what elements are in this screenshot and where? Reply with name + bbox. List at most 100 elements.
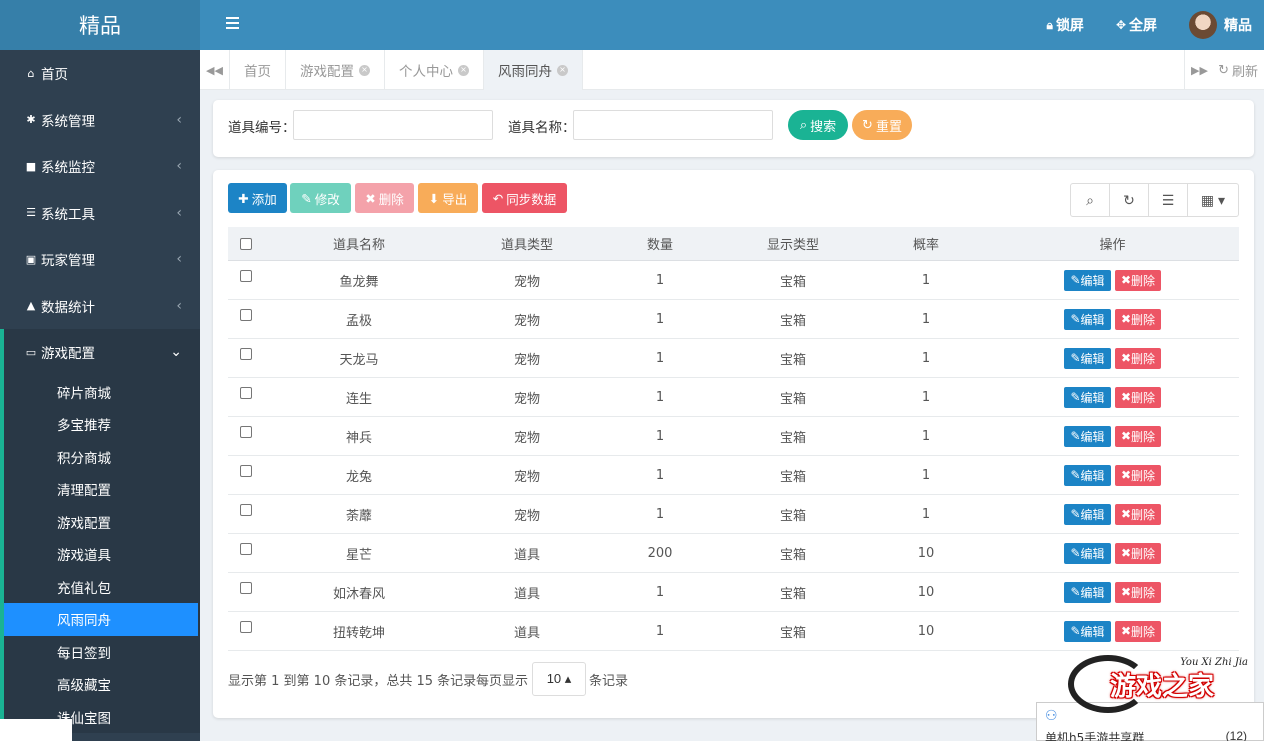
header-probability[interactable]: 概率 <box>866 227 986 260</box>
submenu-item-1[interactable]: 多宝推荐 <box>4 408 200 441</box>
submenu-item-2[interactable]: 积分商城 <box>4 441 200 474</box>
header-quantity[interactable]: 数量 <box>600 227 720 260</box>
lock-screen-button[interactable]: 🔒︎ 锁屏 <box>1047 15 1084 35</box>
edit-icon: ✎ <box>1070 585 1081 599</box>
row-delete-button[interactable]: ✖ 删除 <box>1115 386 1161 408</box>
table-cell: 宝箱 <box>779 313 806 329</box>
row-edit-button[interactable]: ✎ 编辑 <box>1064 503 1111 525</box>
table-toggle-view-icon[interactable]: ☰ <box>1149 184 1188 216</box>
tab-1[interactable]: 游戏配置 × <box>286 50 385 90</box>
row-delete-button[interactable]: ✖ 删除 <box>1115 542 1161 564</box>
table-cell: 宠物 <box>513 430 540 446</box>
table-cell: 1 <box>655 584 665 600</box>
row-edit-button[interactable]: ✎ 编辑 <box>1064 308 1111 330</box>
row-delete-button[interactable]: ✖ 删除 <box>1115 620 1161 642</box>
row-checkbox[interactable] <box>240 426 252 438</box>
header-display-type[interactable]: 显示类型 <box>720 227 866 260</box>
row-checkbox[interactable] <box>240 348 252 360</box>
row-checkbox[interactable] <box>240 543 252 555</box>
sidebar-item-1[interactable]: ✱ 系统管理 ‹ <box>0 97 200 144</box>
menu-toggle-icon[interactable] <box>226 17 239 29</box>
submenu-item-7[interactable]: 风雨同舟 <box>4 603 198 636</box>
sidebar-item-label: 数据统计 <box>41 299 95 316</box>
sidebar: 精品 ⌂ 首页 ✱ 系统管理 ‹ ■ 系统监控 ‹ ☰ 系统工具 ‹ ▣ 玩家管理 ‹ ▲ 数据统计 ‹ ▭ 游戏配… <box>0 0 200 741</box>
desktop-icon: ▭ <box>25 345 37 359</box>
reset-button[interactable]: ↻ 重置 <box>852 110 912 140</box>
sync-data-button[interactable]: ↶ 同步数据 <box>482 183 567 213</box>
modify-button[interactable]: ✎ 修改 <box>290 183 351 213</box>
row-edit-button[interactable]: ✎ 编辑 <box>1064 347 1111 369</box>
row-checkbox[interactable] <box>240 270 252 282</box>
sidebar-item-0[interactable]: ⌂ 首页 <box>0 50 200 97</box>
table-cell: 1 <box>921 311 931 327</box>
row-edit-button[interactable]: ✎ 编辑 <box>1064 386 1111 408</box>
per-page-prefix: 每页显示 <box>476 674 529 689</box>
search-button[interactable]: ⌕ 搜索 <box>788 110 848 140</box>
row-delete-button[interactable]: ✖ 删除 <box>1115 425 1161 447</box>
table-cell: 宝箱 <box>779 274 806 290</box>
submenu-item-8[interactable]: 每日签到 <box>4 636 200 669</box>
submenu-item-3[interactable]: 清理配置 <box>4 473 200 506</box>
row-edit-button[interactable]: ✎ 编辑 <box>1064 425 1111 447</box>
row-checkbox[interactable] <box>240 621 252 633</box>
user-menu[interactable]: 精品 <box>1189 11 1252 39</box>
submenu-item-9[interactable]: 高级藏宝 <box>4 668 200 701</box>
tab-label: 个人中心 <box>399 64 453 80</box>
row-edit-button[interactable]: ✎ 编辑 <box>1064 464 1111 486</box>
table-refresh-icon[interactable]: ↻ <box>1110 184 1149 216</box>
item-id-input[interactable] <box>293 110 493 140</box>
tab-close-icon[interactable]: × <box>557 64 568 76</box>
sidebar-item-6[interactable]: ▭ 游戏配置 ⌄ <box>0 329 200 376</box>
sidebar-item-5[interactable]: ▲ 数据统计 ‹ <box>0 283 200 330</box>
sidebar-item-3[interactable]: ☰ 系统工具 ‹ <box>0 190 200 237</box>
header-item-name[interactable]: 道具名称 <box>264 227 454 260</box>
submenu-item-5[interactable]: 游戏道具 <box>4 538 200 571</box>
delete-button[interactable]: ✖ 删除 <box>355 183 414 213</box>
row-delete-button[interactable]: ✖ 删除 <box>1115 464 1161 486</box>
row-actions: ✎ 编辑 ✖ 删除 <box>986 495 1239 533</box>
submenu-item-0[interactable]: 碎片商城 <box>4 376 200 409</box>
submenu-item-6[interactable]: 充值礼包 <box>4 571 200 604</box>
fullscreen-button[interactable]: ✥ 全屏 <box>1116 15 1157 35</box>
row-checkbox[interactable] <box>240 504 252 516</box>
tab-close-icon[interactable]: × <box>458 64 469 76</box>
header-item-type[interactable]: 道具类型 <box>454 227 600 260</box>
row-edit-button[interactable]: ✎ 编辑 <box>1064 620 1111 642</box>
columns-dropdown-icon[interactable]: ▦ ▾ <box>1188 184 1238 216</box>
tab-3[interactable]: 风雨同舟 × <box>484 50 583 90</box>
row-delete-button[interactable]: ✖ 删除 <box>1115 503 1161 525</box>
tab-0[interactable]: 首页 <box>230 50 286 90</box>
submenu-item-4[interactable]: 游戏配置 <box>4 506 200 539</box>
export-button[interactable]: ⬇ 导出 <box>418 183 478 213</box>
table-cell: 宝箱 <box>779 430 806 446</box>
row-delete-button[interactable]: ✖ 删除 <box>1115 308 1161 330</box>
table-cell: 1 <box>921 506 931 522</box>
app-logo: 精品 <box>0 0 200 50</box>
page-size-dropdown[interactable]: 10 ▴ <box>532 662 586 696</box>
select-all-checkbox[interactable] <box>240 237 252 250</box>
refresh-button[interactable]: ↻ 刷新 <box>1218 50 1258 90</box>
row-checkbox[interactable] <box>240 582 252 594</box>
row-actions: ✎ 编辑 ✖ 删除 <box>986 339 1239 377</box>
item-id-label: 道具编号： <box>228 120 296 136</box>
row-delete-button[interactable]: ✖ 删除 <box>1115 347 1161 369</box>
table-search-icon[interactable]: ⌕ <box>1071 184 1110 216</box>
item-name-input[interactable] <box>573 110 773 140</box>
row-checkbox[interactable] <box>240 387 252 399</box>
row-checkbox[interactable] <box>240 465 252 477</box>
row-edit-button[interactable]: ✎ 编辑 <box>1064 581 1111 603</box>
sidebar-item-2[interactable]: ■ 系统监控 ‹ <box>0 143 200 190</box>
add-button[interactable]: ✚ 添加 <box>228 183 287 213</box>
tab-scroll-right-icon[interactable]: ▶▶ <box>1184 50 1214 90</box>
row-edit-button[interactable]: ✎ 编辑 <box>1064 542 1111 564</box>
row-checkbox[interactable] <box>240 309 252 321</box>
row-delete-button[interactable]: ✖ 删除 <box>1115 269 1161 291</box>
tab-scroll-left-icon[interactable]: ◀◀ <box>200 50 230 90</box>
row-delete-button[interactable]: ✖ 删除 <box>1115 581 1161 603</box>
sidebar-item-4[interactable]: ▣ 玩家管理 ‹ <box>0 236 200 283</box>
chevron-left-icon: ‹ <box>176 158 182 175</box>
tab-2[interactable]: 个人中心 × <box>385 50 484 90</box>
header-actions: 操作 <box>1099 238 1126 253</box>
tab-close-icon[interactable]: × <box>359 64 370 76</box>
row-edit-button[interactable]: ✎ 编辑 <box>1064 269 1111 291</box>
